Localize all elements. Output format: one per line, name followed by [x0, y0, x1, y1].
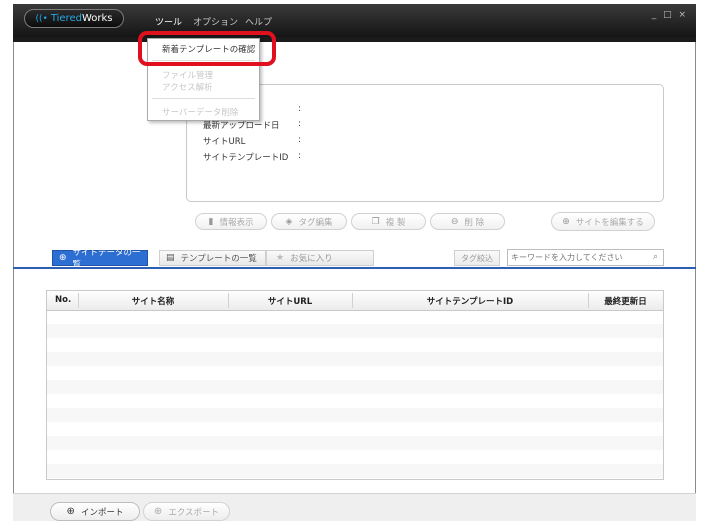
menu-options[interactable]: オプション: [193, 15, 238, 28]
minus-circle-icon: ⊖: [450, 216, 459, 227]
tab-site-list[interactable]: ⊕ サイトデータの一覧: [52, 248, 148, 270]
tag-edit-label: タグ編集: [298, 217, 333, 228]
table-row: [47, 394, 663, 408]
edit-site-button[interactable]: ⊕ サイトを編集する: [551, 212, 655, 231]
globe-icon: ⊕: [59, 253, 67, 263]
menu-item-file-management[interactable]: ファイル管理: [162, 69, 213, 81]
globe-icon: ⊕: [153, 506, 163, 517]
template-icon: ▤: [166, 253, 175, 263]
delete-label: 削 除: [464, 217, 485, 228]
table-row: [47, 436, 663, 450]
table-row: [47, 338, 663, 352]
star-icon: ★: [276, 253, 285, 263]
export-button[interactable]: ⊕ エクスポート: [143, 502, 230, 521]
import-button[interactable]: ⊕ インポート: [50, 502, 140, 521]
globe-icon: ⊕: [66, 506, 75, 517]
brand-name-part1: Tiered: [50, 13, 82, 24]
tag-icon: ◈: [285, 216, 293, 227]
delete-button[interactable]: ⊖ 削 除: [430, 213, 505, 230]
table-row: [47, 450, 663, 464]
title-underbar: [13, 37, 696, 42]
table-row: [47, 324, 663, 338]
menu-item-delete-server-data[interactable]: サーバーデータ削除: [162, 106, 238, 118]
table-row: [47, 366, 663, 380]
copy-label: 複 製: [385, 217, 406, 228]
column-no[interactable]: No.: [55, 295, 71, 305]
table-header: No. サイト名称 サイトURL サイトテンプレートID 最終更新日: [47, 291, 663, 311]
import-label: インポート: [80, 507, 124, 518]
table-row: [47, 310, 663, 324]
wifi-icon: ((•: [35, 13, 48, 24]
info-colon: :: [298, 104, 301, 114]
highlight-annotation: [138, 31, 276, 66]
menu-item-access-analytics[interactable]: アクセス解析: [162, 81, 213, 93]
window-controls[interactable]: _ □ ×: [652, 10, 688, 20]
keyword-search[interactable]: ⌕: [507, 249, 664, 266]
search-icon[interactable]: ⌕: [653, 252, 658, 262]
tab-underline: [13, 267, 696, 269]
copy-icon: ❐: [371, 216, 380, 227]
tab-template-list[interactable]: ▤ テンプレートの一覧: [159, 250, 266, 266]
document-icon: ▮: [208, 216, 214, 227]
column-site-name[interactable]: サイト名称: [78, 295, 228, 307]
table-row: [47, 380, 663, 394]
edit-site-label: サイトを編集する: [575, 217, 644, 228]
tab-favorites-label: お気に入り: [290, 254, 333, 264]
menu-separator: [152, 98, 255, 99]
app-logo[interactable]: ((• Tiered Works: [24, 9, 124, 28]
info-colon: :: [298, 135, 301, 145]
export-label: エクスポート: [168, 507, 220, 518]
site-table: No. サイト名称 サイトURL サイトテンプレートID 最終更新日: [46, 290, 664, 480]
info-label-template-id: サイトテンプレートID: [203, 153, 289, 163]
tag-edit-button[interactable]: ◈ タグ編集: [271, 213, 347, 230]
tab-favorites[interactable]: ★ お気に入り: [266, 250, 374, 266]
column-last-updated[interactable]: 最終更新日: [588, 295, 663, 307]
table-row: [47, 352, 663, 366]
tag-filter-button[interactable]: タグ絞込: [454, 250, 500, 266]
info-view-button[interactable]: ▮ 情報表示: [195, 213, 267, 230]
table-row: [47, 422, 663, 436]
info-colon: :: [298, 119, 301, 129]
info-colon: :: [298, 151, 301, 161]
copy-button[interactable]: ❐ 複 製: [351, 213, 426, 230]
globe-icon: ⊕: [562, 216, 570, 227]
info-view-label: 情報表示: [219, 217, 254, 228]
column-site-url[interactable]: サイトURL: [228, 295, 352, 307]
column-template-id[interactable]: サイトテンプレートID: [352, 295, 588, 307]
brand-name-part2: Works: [81, 13, 113, 24]
table-row: [47, 464, 663, 478]
search-input[interactable]: [511, 250, 641, 264]
menu-tools[interactable]: ツール: [155, 15, 182, 28]
info-label-site-url: サイトURL: [203, 137, 246, 147]
menu-help[interactable]: ヘルプ: [245, 15, 272, 28]
table-row: [47, 408, 663, 422]
tab-template-list-label: テンプレートの一覧: [180, 254, 257, 264]
